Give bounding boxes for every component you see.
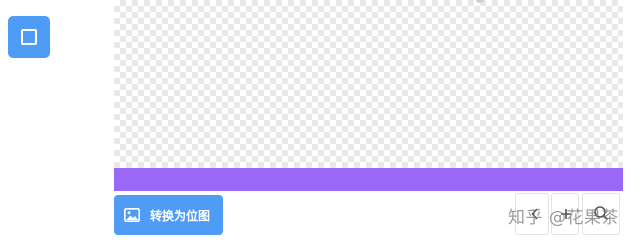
watermark-text: 知乎 @花果茶: [508, 208, 619, 228]
image-icon: [124, 208, 140, 222]
editor-page: 转换为位图 知乎 @花果茶: [0, 0, 640, 243]
transparent-canvas[interactable]: [114, 0, 623, 168]
shape-tool-button[interactable]: [8, 16, 50, 58]
convert-to-bitmap-button[interactable]: 转换为位图: [114, 195, 223, 235]
convert-button-label: 转换为位图: [150, 208, 211, 223]
purple-color-band[interactable]: [114, 168, 623, 191]
canvas-resize-handle[interactable]: [476, 0, 484, 3]
square-icon: [21, 29, 37, 45]
